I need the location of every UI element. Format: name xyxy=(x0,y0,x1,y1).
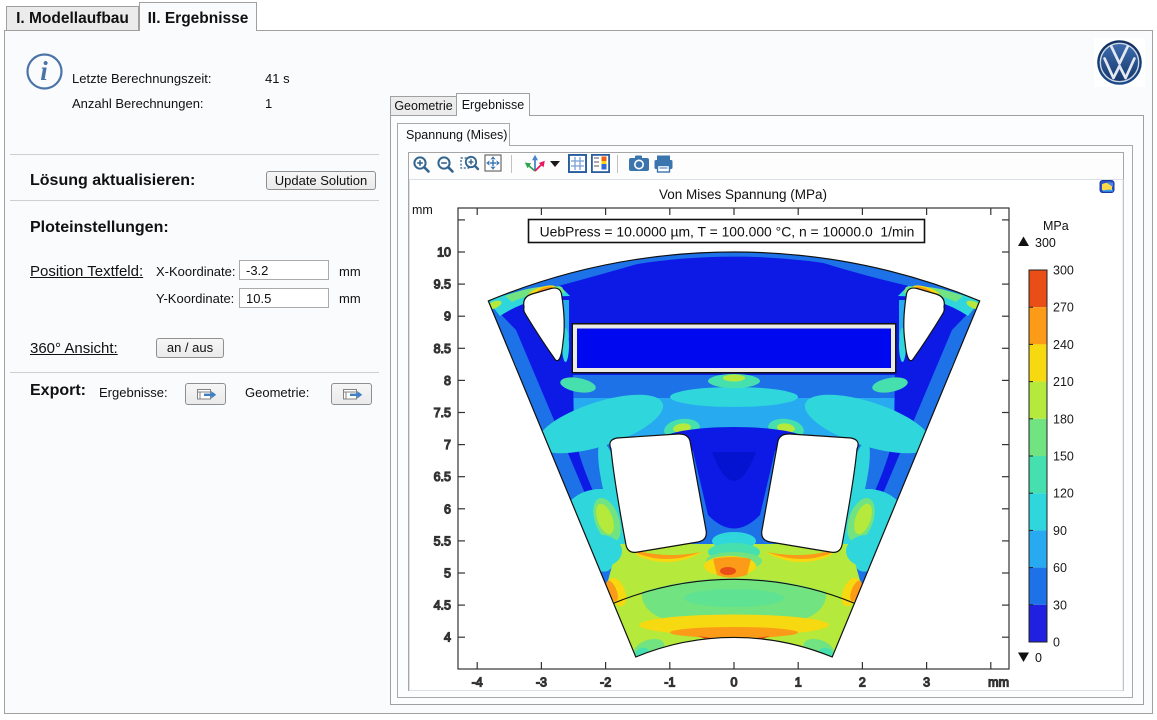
svg-text:Von Mises Spannung (MPa): Von Mises Spannung (MPa) xyxy=(659,187,827,202)
svg-text:6: 6 xyxy=(444,502,451,516)
svg-text:1: 1 xyxy=(795,676,802,690)
svg-text:i: i xyxy=(40,56,48,86)
svg-text:60: 60 xyxy=(1053,561,1067,575)
svg-text:2: 2 xyxy=(859,676,866,690)
svg-text:8: 8 xyxy=(444,374,451,388)
svg-text:120: 120 xyxy=(1053,487,1074,501)
svg-text:240: 240 xyxy=(1053,338,1074,352)
svg-text:9.5: 9.5 xyxy=(434,278,451,292)
svg-text:0: 0 xyxy=(1053,636,1060,650)
svg-text:0: 0 xyxy=(1035,651,1042,665)
svg-text:UebPress = 10.0000 µm, T = 100: UebPress = 10.0000 µm, T = 100.000 °C, n… xyxy=(540,224,915,240)
svg-text:5: 5 xyxy=(444,567,451,581)
svg-text:30: 30 xyxy=(1053,598,1067,612)
svg-text:90: 90 xyxy=(1053,524,1067,538)
svg-text:-2: -2 xyxy=(600,676,611,690)
svg-text:9: 9 xyxy=(444,310,451,324)
svg-text:-4: -4 xyxy=(472,676,483,690)
svg-text:150: 150 xyxy=(1053,450,1074,464)
svg-text:10: 10 xyxy=(437,246,451,260)
svg-text:8.5: 8.5 xyxy=(434,342,451,356)
svg-text:-1: -1 xyxy=(664,676,675,690)
svg-text:4.5: 4.5 xyxy=(434,599,451,613)
svg-text:210: 210 xyxy=(1053,375,1074,389)
svg-text:MPa: MPa xyxy=(1043,219,1069,233)
svg-text:5.5: 5.5 xyxy=(434,534,451,548)
svg-text:mm: mm xyxy=(412,203,433,217)
svg-text:180: 180 xyxy=(1053,412,1074,426)
svg-text:300: 300 xyxy=(1035,236,1056,250)
svg-text:4: 4 xyxy=(444,631,451,645)
svg-text:300: 300 xyxy=(1053,264,1074,278)
svg-text:-3: -3 xyxy=(536,676,547,690)
svg-text:7.5: 7.5 xyxy=(434,406,451,420)
svg-text:3: 3 xyxy=(923,676,930,690)
svg-text:270: 270 xyxy=(1053,301,1074,315)
svg-text:0: 0 xyxy=(731,676,738,690)
svg-text:6.5: 6.5 xyxy=(434,470,451,484)
svg-text:7: 7 xyxy=(444,438,451,452)
svg-text:mm: mm xyxy=(988,676,1009,690)
